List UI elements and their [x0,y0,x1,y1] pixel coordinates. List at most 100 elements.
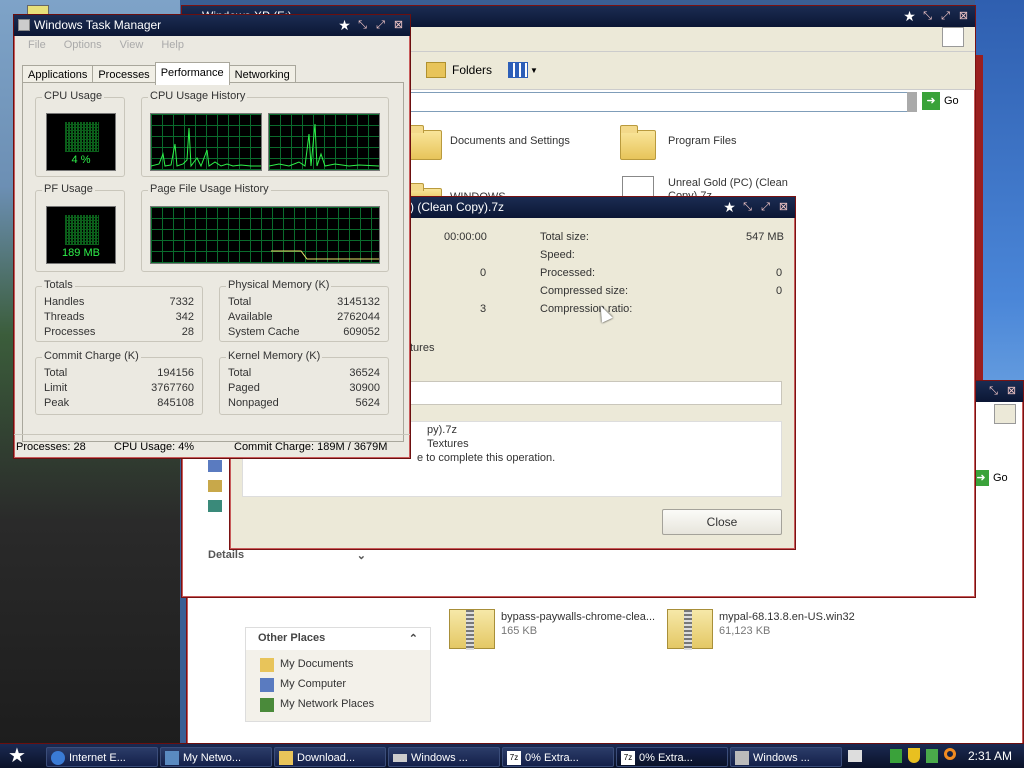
taskbar-label: Internet E... [69,752,126,764]
place-my-network[interactable]: My Network Places [260,698,374,712]
cpu-history-graph-1 [150,113,262,171]
file-name: Unreal Gold (PC) (Clean Copy).7z [668,177,788,198]
file-item[interactable]: Unreal Gold (PC) (Clean Copy).7z [620,174,820,198]
folder-item[interactable]: Documents and Settings [406,125,606,162]
details-label: Details [208,549,245,561]
menu-bar: File Options View Help [14,36,410,58]
taskbar-item-my-network[interactable]: My Netwo... [160,747,272,767]
folder-item[interactable]: Program Files [620,125,820,162]
collapse-chevron-icon[interactable]: ⌃ [409,632,418,646]
network-icon [165,751,179,765]
close-button[interactable]: ⊠ [776,200,791,215]
other-places-title: Other Places [258,632,326,644]
physical-row-system-cache: System Cache 609052 [228,326,380,341]
search-user-icon[interactable] [208,480,222,492]
taskbar: ★ Internet E... My Netwo... Download... … [0,743,1024,768]
my-network-places-icon [260,698,274,712]
address-dropdown[interactable] [907,92,917,112]
minimize-button[interactable]: ⤡ [986,384,1001,399]
file-size: 61,123 KB [719,625,771,637]
row-key: Handles [44,296,85,308]
commit-charge-group: Commit Charge (K) Total 194156 Limit 37677… [35,350,203,415]
message-line: Textures [427,438,469,450]
menu-view[interactable]: View [120,39,144,55]
folder-name: Documents and Settings [450,135,570,147]
file-item[interactable]: bypass-paywalls-chrome-clea... 165 KB [449,609,659,651]
file-item[interactable]: mypal-68.13.8.en-US.win32 61,123 KB [667,609,877,651]
taskbar-item-downloads[interactable]: Download... [274,747,386,767]
maximize-button[interactable]: ⤢ [373,18,388,33]
group-title: Commit Charge (K) [42,350,141,362]
group-title: Totals [42,279,75,291]
taskbar-item-7zip-extract-1[interactable]: 7z 0% Extra... [502,747,614,767]
views-button[interactable]: ▼ [508,60,538,80]
close-button[interactable]: ⊠ [1004,384,1019,399]
pf-history-group: Page File Usage History [141,183,389,272]
pin-star-icon[interactable]: ★ [902,9,917,24]
network-icon[interactable] [208,500,222,512]
chevron-down-icon: ▼ [530,65,538,75]
window-title: Windows Task Manager [34,18,162,32]
network-tray-icon[interactable] [926,749,938,763]
taskbar-label: Download... [297,752,356,764]
go-button[interactable]: ➜ Go [973,470,1008,486]
go-label: Go [993,472,1008,484]
row-key: Total [44,367,68,379]
close-button[interactable]: ⊠ [956,9,971,24]
meter-bars [65,122,99,152]
window-edge [975,55,983,385]
keyboard-icon[interactable] [848,750,862,762]
menu-options[interactable]: Options [64,39,102,55]
place-my-documents[interactable]: My Documents [260,658,353,672]
totals-row-threads: Threads 342 [44,311,194,326]
menu-file[interactable]: File [28,39,46,55]
pf-history-graph [150,206,380,264]
taskbar-label: Windows ... [753,752,810,764]
taskbar-item-task-manager[interactable]: Windows ... [730,747,842,767]
place-my-computer[interactable]: My Computer [260,678,346,692]
folder-icon [406,125,442,160]
maximize-button[interactable]: ⤢ [758,200,773,215]
taskbar-item-windows-xp[interactable]: Windows ... [388,747,500,767]
row-value: 2762044 [337,311,380,323]
go-button[interactable]: ➜ Go [922,92,959,110]
commit-row-limit: Limit 3767760 [44,382,194,397]
pin-star-icon[interactable]: ★ [722,200,737,215]
row-key: Peak [44,397,70,409]
minimize-button[interactable]: ⤡ [920,9,935,24]
folders-button[interactable]: Folders [426,59,492,81]
shield-icon[interactable] [908,748,920,763]
kernel-memory-group: Kernel Memory (K) Total 36524 Paged 30900 … [219,350,389,415]
row-key: Total [228,367,252,379]
taskbar-item-7zip-extract-2[interactable]: 7z 0% Extra... [616,747,728,767]
start-button[interactable]: ★ [4,746,30,767]
minimize-button[interactable]: ⤡ [355,18,370,33]
files-value: 0 [480,267,487,279]
zip-file-icon [667,609,713,650]
other-places-header[interactable]: Other Places ⌃ [246,628,430,650]
folder-icon [620,125,656,160]
my-computer-icon[interactable] [208,460,222,472]
search-icon[interactable] [944,748,956,760]
totals-row-processes: Processes 28 [44,326,194,341]
expand-chevron-icon[interactable]: ⌄ [357,549,366,563]
clock[interactable]: 2:31 AM [968,749,1012,763]
green-status-icon[interactable] [890,749,902,763]
totals-row-handles: Handles 7332 [44,296,194,311]
maximize-button[interactable]: ⤢ [938,9,953,24]
close-button[interactable]: Close [662,509,782,535]
taskbar-item-internet-explorer[interactable]: Internet E... [46,747,158,767]
compression-ratio-label: Compression ratio: [540,303,633,315]
go-label: Go [944,95,959,107]
7zip-icon: 7z [507,751,521,765]
close-button[interactable]: ⊠ [391,18,406,33]
row-key: Limit [44,382,68,394]
status-commit-charge: Commit Charge: 189M / 3679M [234,440,388,453]
minimize-button[interactable]: ⤡ [740,200,755,215]
pin-star-icon[interactable]: ★ [337,18,352,33]
kernel-row-paged: Paged 30900 [228,382,380,397]
tab-performance[interactable]: Performance [154,62,230,85]
pf-usage-meter: 189 MB [46,206,116,264]
cpu-history-graph-2 [268,113,380,171]
menu-help[interactable]: Help [161,39,184,55]
